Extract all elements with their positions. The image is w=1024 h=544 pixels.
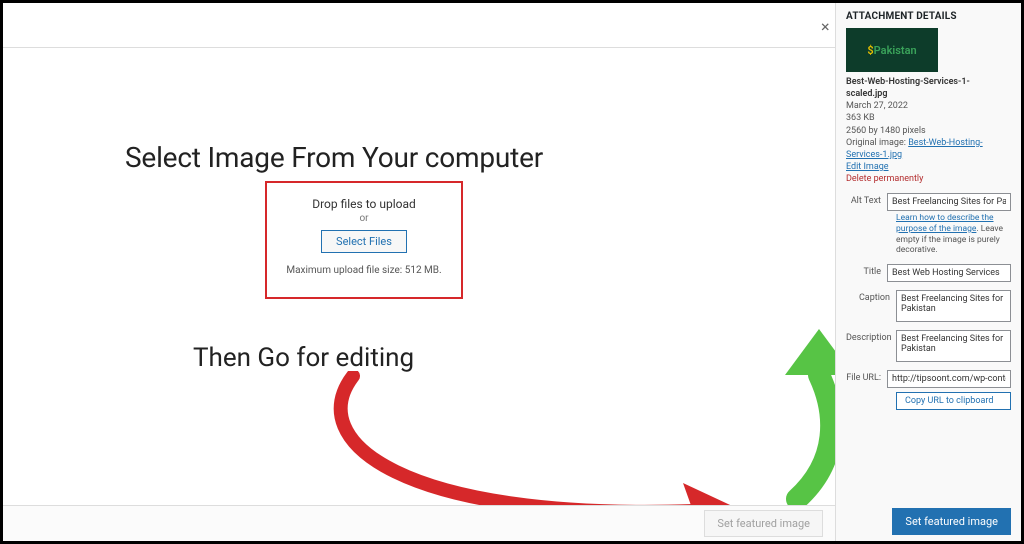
attachment-filename: Best-Web-Hosting-Services-1-scaled.jpg [846, 76, 1011, 100]
alt-text-label: Alt Text [846, 193, 887, 206]
delete-permanently-link[interactable]: Delete permanently [846, 173, 1011, 185]
attachment-dimensions: 2560 by 1480 pixels [846, 125, 1011, 137]
annotation-heading-1: Select Image From Your computer [125, 141, 543, 174]
attachment-details-panel: ATTACHMENT DETAILS $Pakistan Best-Web-Ho… [835, 3, 1021, 541]
title-label: Title [846, 264, 887, 277]
drop-zone[interactable]: Drop files to upload or Select Files Max… [265, 181, 463, 299]
select-files-button[interactable]: Select Files [321, 230, 407, 253]
modal-footer: Set featured image [3, 505, 835, 541]
set-featured-image-disabled: Set featured image [704, 510, 823, 537]
attachment-thumbnail[interactable]: $Pakistan [846, 28, 938, 72]
annotation-heading-2: Then Go for editing [193, 343, 414, 373]
title-input[interactable] [887, 264, 1011, 282]
description-label: Description [846, 330, 896, 343]
attachment-date: March 27, 2022 [846, 100, 1011, 112]
drop-or: or [267, 213, 461, 224]
close-icon[interactable]: × [821, 17, 830, 36]
upload-area: × Select Image From Your computer Drop f… [3, 3, 835, 541]
description-input[interactable]: Best Freelancing Sites for Pakistan [896, 330, 1011, 362]
file-url-label: File URL: [846, 370, 887, 383]
attachment-meta: Best-Web-Hosting-Services-1-scaled.jpg M… [846, 76, 1011, 185]
panel-title: ATTACHMENT DETAILS [846, 11, 1011, 22]
set-featured-image-button[interactable]: Set featured image [892, 508, 1011, 535]
attachment-size: 363 KB [846, 112, 1011, 124]
copy-url-button[interactable]: Copy URL to clipboard [896, 392, 1011, 410]
edit-image-link[interactable]: Edit Image [846, 161, 1011, 173]
file-url-input[interactable] [887, 370, 1011, 388]
max-upload-note: Maximum upload file size: 512 MB. [267, 265, 461, 276]
alt-text-input[interactable] [887, 193, 1011, 211]
drop-title: Drop files to upload [267, 197, 461, 211]
caption-label: Caption [846, 290, 896, 303]
caption-input[interactable]: Best Freelancing Sites for Pakistan [896, 290, 1011, 322]
